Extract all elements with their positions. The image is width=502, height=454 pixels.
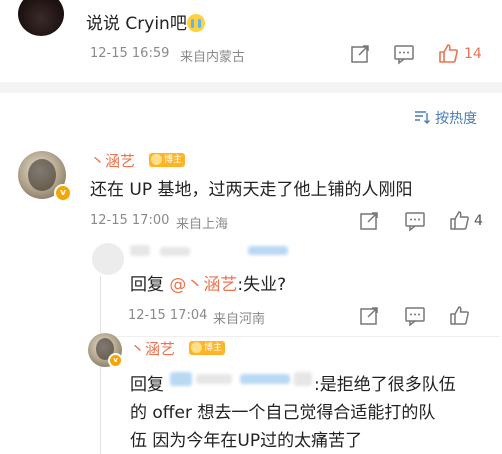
thread-line	[100, 276, 101, 334]
badge-icon	[191, 342, 202, 353]
reply-content: 伍 因为今年在UP过的太痛苦了	[130, 431, 363, 451]
redacted-mention	[294, 372, 312, 386]
reply-text: 回复 @丶涵艺:失业?	[130, 270, 286, 295]
reply-content: 的 offer 想去一个自己觉得合适能打的队	[130, 403, 436, 423]
comment-text: 还在 UP 基地，过两天走了他上铺的人刚阳	[90, 180, 413, 200]
sort-label: 按热度	[435, 111, 478, 127]
comment-location: 来自内蒙古	[180, 50, 246, 65]
badge-label: 博主	[164, 155, 183, 165]
like-count: 14	[464, 46, 482, 62]
badge-label: 博主	[204, 343, 223, 353]
redacted-mention	[170, 372, 192, 386]
divider	[100, 336, 500, 337]
sort-button[interactable]: 按热度	[414, 108, 477, 128]
comment-time: 12-15 17:04	[128, 308, 208, 323]
avatar[interactable]	[92, 243, 124, 275]
author-badge: 博主	[189, 341, 226, 355]
redacted-name	[160, 247, 190, 256]
crying-emoji-icon	[186, 14, 205, 32]
redacted-mention	[196, 374, 232, 384]
badge-icon	[151, 154, 162, 165]
like-count: 4	[474, 213, 483, 229]
comment-text: 说说 Cryin吧	[86, 9, 205, 34]
like-icon[interactable]	[437, 42, 459, 64]
comment-text-content: 说说 Cryin吧	[86, 14, 187, 34]
comment-time: 12-15 17:00	[90, 213, 170, 228]
comment-icon[interactable]	[404, 210, 426, 232]
comment-time: 12-15 16:59	[90, 46, 170, 61]
reply-prefix: 回复	[130, 375, 164, 395]
comment-icon[interactable]	[393, 43, 415, 65]
reply-prefix: 回复	[130, 275, 164, 295]
comment-icon[interactable]	[404, 305, 426, 327]
thread-line	[100, 366, 101, 454]
comment-location: 来自河南	[213, 312, 266, 327]
share-icon[interactable]	[349, 43, 371, 65]
username[interactable]: 丶涵艺	[90, 150, 135, 171]
username[interactable]: 丶涵艺	[130, 338, 175, 359]
redacted-mention	[240, 374, 290, 384]
sort-icon	[414, 109, 430, 125]
like-icon[interactable]	[448, 209, 470, 231]
author-badge: 博主	[149, 153, 186, 167]
mention-link[interactable]: @丶涵艺	[169, 275, 237, 295]
verified-badge-icon: v	[108, 353, 123, 368]
verified-badge-icon: v	[54, 184, 72, 202]
reply-content: :是拒绝了很多队伍	[314, 375, 456, 395]
redacted-badge	[248, 246, 288, 255]
share-icon[interactable]	[358, 305, 380, 327]
share-icon[interactable]	[358, 210, 380, 232]
comment-location: 来自上海	[176, 217, 229, 232]
like-icon[interactable]	[448, 304, 470, 326]
previous-comment-card	[0, 0, 502, 82]
reply-content: :失业?	[237, 275, 287, 295]
redacted-name	[130, 245, 150, 256]
